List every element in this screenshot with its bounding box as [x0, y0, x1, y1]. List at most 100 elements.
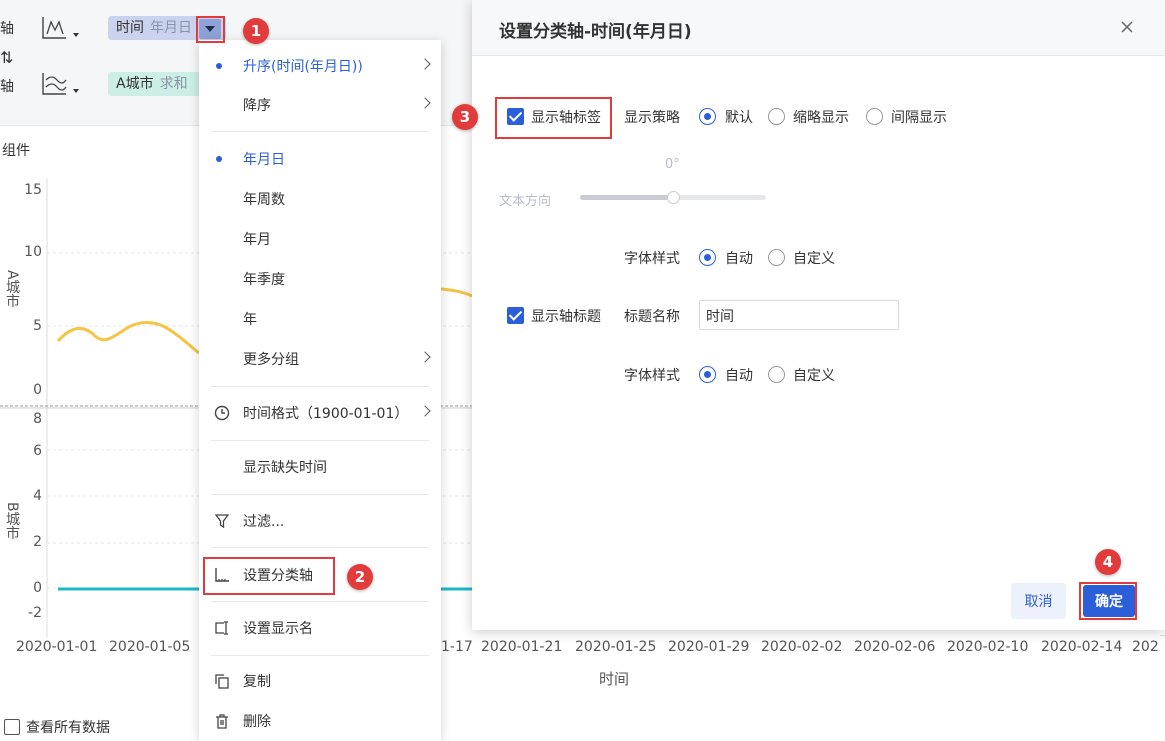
x-tick: 2020-01-01 — [16, 639, 98, 655]
y-axis-title-a: A城市 — [4, 270, 20, 308]
cancel-button[interactable]: 取消 — [1011, 583, 1066, 619]
title-name-label: 标题名称 — [624, 309, 680, 325]
step-badge-2: 2 — [347, 564, 373, 590]
x-axis-title: 时间 — [599, 670, 630, 688]
font-auto-radio-1[interactable] — [699, 249, 716, 266]
menu-divider — [211, 547, 429, 548]
menu-item-set-display-name[interactable]: 设置显示名 — [199, 609, 441, 647]
y-tick-a-0: 0 — [33, 382, 42, 398]
y-tick-b-neg2: -2 — [28, 605, 42, 621]
view-all-data-toggle[interactable]: 查看所有数据 — [4, 717, 110, 737]
dialog-header: 设置分类轴-时间(年月日) — [472, 0, 1165, 56]
menu-item-time-format[interactable]: 时间格式（1900-01-01） — [199, 394, 441, 432]
copy-icon — [215, 674, 229, 689]
y-tick-b-8: 8 — [33, 411, 42, 427]
chevron-right-icon — [419, 351, 431, 363]
font-custom-radio-2[interactable] — [768, 366, 785, 383]
menu-item-sort-asc[interactable]: 升序(时间(年月日)) — [199, 47, 441, 85]
menu-item-label: 更多分组 — [243, 352, 299, 368]
menu-item-more-groups[interactable]: 更多分组 — [199, 340, 441, 378]
rename-icon — [215, 621, 228, 635]
show-axis-title-label: 显示轴标题 — [531, 309, 601, 325]
clock-icon — [214, 405, 230, 421]
filter-icon — [214, 514, 230, 529]
x-tick: 2020-02-14 — [1041, 639, 1123, 655]
font-custom-label-1: 自定义 — [793, 251, 835, 267]
font-custom-label-2: 自定义 — [793, 368, 835, 384]
menu-divider — [211, 386, 429, 387]
title-name-input[interactable]: 时间 — [699, 300, 899, 330]
y-tick-a-15: 15 — [24, 182, 42, 198]
view-all-label: 查看所有数据 — [26, 720, 110, 736]
menu-item-year-month[interactable]: 年月 — [199, 220, 441, 258]
x-tick: 1-17 — [441, 639, 473, 655]
font-custom-radio-1[interactable] — [768, 249, 785, 266]
strategy-interval-label: 间隔显示 — [891, 110, 947, 126]
chevron-right-icon — [419, 97, 431, 109]
menu-divider — [211, 655, 429, 656]
menu-item-year[interactable]: 年 — [199, 300, 441, 338]
close-icon[interactable] — [1117, 17, 1137, 37]
angle-value: 0° — [665, 157, 680, 172]
menu-item-label: 升序(时间(年月日)) — [243, 59, 363, 75]
strategy-abbrev-radio[interactable] — [768, 108, 785, 125]
x-tick: 2020-01-21 — [481, 639, 563, 655]
strategy-interval-radio[interactable] — [866, 108, 883, 125]
x-tick: 2020-01-25 — [575, 639, 657, 655]
menu-item-label: 时间格式（1900-01-01） — [243, 406, 409, 422]
font-auto-label-1: 自动 — [725, 251, 753, 267]
menu-item-show-missing-time[interactable]: 显示缺失时间 — [199, 448, 441, 486]
highlight-ok — [1079, 582, 1137, 620]
menu-item-sort-desc[interactable]: 降序 — [199, 86, 441, 124]
x-axis-setting-icon[interactable] — [40, 14, 80, 44]
menu-item-filter[interactable]: 过滤... — [199, 502, 441, 540]
series-a-line — [56, 321, 200, 355]
selected-dot-icon — [216, 63, 222, 69]
menu-item-label: 年季度 — [243, 272, 285, 288]
y-axis-setting-icon[interactable] — [40, 70, 80, 100]
font-style-label-2: 字体样式 — [624, 368, 680, 384]
city-field-agg: 求和 — [159, 76, 188, 92]
trash-icon — [216, 714, 228, 729]
category-axis-dialog: 设置分类轴-时间(年月日) 显示轴标签 显示策略 默认 缩略显示 间隔显示 0°… — [472, 0, 1165, 630]
x-tick: 2020-02-10 — [947, 639, 1029, 655]
menu-item-ymd[interactable]: 年月日 — [199, 140, 441, 178]
highlight-show-labels — [495, 97, 612, 139]
swap-axes-icon[interactable]: ⇅ — [0, 48, 13, 67]
menu-item-year-quarter[interactable]: 年季度 — [199, 260, 441, 298]
right-edge-line — [1160, 635, 1165, 636]
text-direction-slider[interactable] — [580, 191, 766, 204]
slider-fill — [580, 195, 673, 200]
step-badge-1: 1 — [243, 18, 269, 44]
chevron-right-icon — [419, 405, 431, 417]
x-axis-shelf-label: 横轴 — [0, 21, 14, 37]
menu-divider — [211, 440, 429, 441]
menu-item-label: 设置显示名 — [243, 621, 313, 637]
highlight-set-axis — [203, 557, 335, 595]
dialog-title: 设置分类轴-时间(年月日) — [499, 22, 692, 42]
menu-item-delete[interactable]: 删除 — [199, 702, 441, 740]
step-badge-3: 3 — [452, 104, 478, 130]
y-tick-a-10: 10 — [24, 244, 42, 260]
menu-item-label: 复制 — [243, 674, 271, 690]
component-tab[interactable]: 组件 — [2, 140, 30, 160]
font-auto-radio-2[interactable] — [699, 366, 716, 383]
menu-item-label: 显示缺失时间 — [243, 460, 327, 476]
strategy-default-radio[interactable] — [699, 108, 716, 125]
view-all-checkbox[interactable] — [4, 719, 20, 735]
show-axis-title-checkbox[interactable] — [507, 307, 524, 324]
text-direction-label: 文本方向 — [499, 194, 552, 209]
field-dropdown-menu: 升序(时间(年月日)) 降序 年月日 年周数 年月 年季度 年 更多分组 时间格… — [199, 40, 441, 741]
highlight-dropdown — [196, 16, 225, 43]
y-tick-a-5: 5 — [33, 318, 42, 334]
menu-divider — [211, 601, 429, 602]
strategy-default-label: 默认 — [725, 110, 753, 126]
city-field-pill[interactable]: A城市 求和 — [108, 72, 208, 96]
x-tick: 2020-01-05 — [109, 639, 191, 655]
x-tick: 202 — [1132, 639, 1159, 655]
menu-item-copy[interactable]: 复制 — [199, 662, 441, 700]
menu-item-year-week[interactable]: 年周数 — [199, 180, 441, 218]
menu-item-label: 降序 — [243, 98, 271, 114]
slider-handle[interactable] — [667, 191, 680, 204]
font-style-label-1: 字体样式 — [624, 251, 680, 267]
